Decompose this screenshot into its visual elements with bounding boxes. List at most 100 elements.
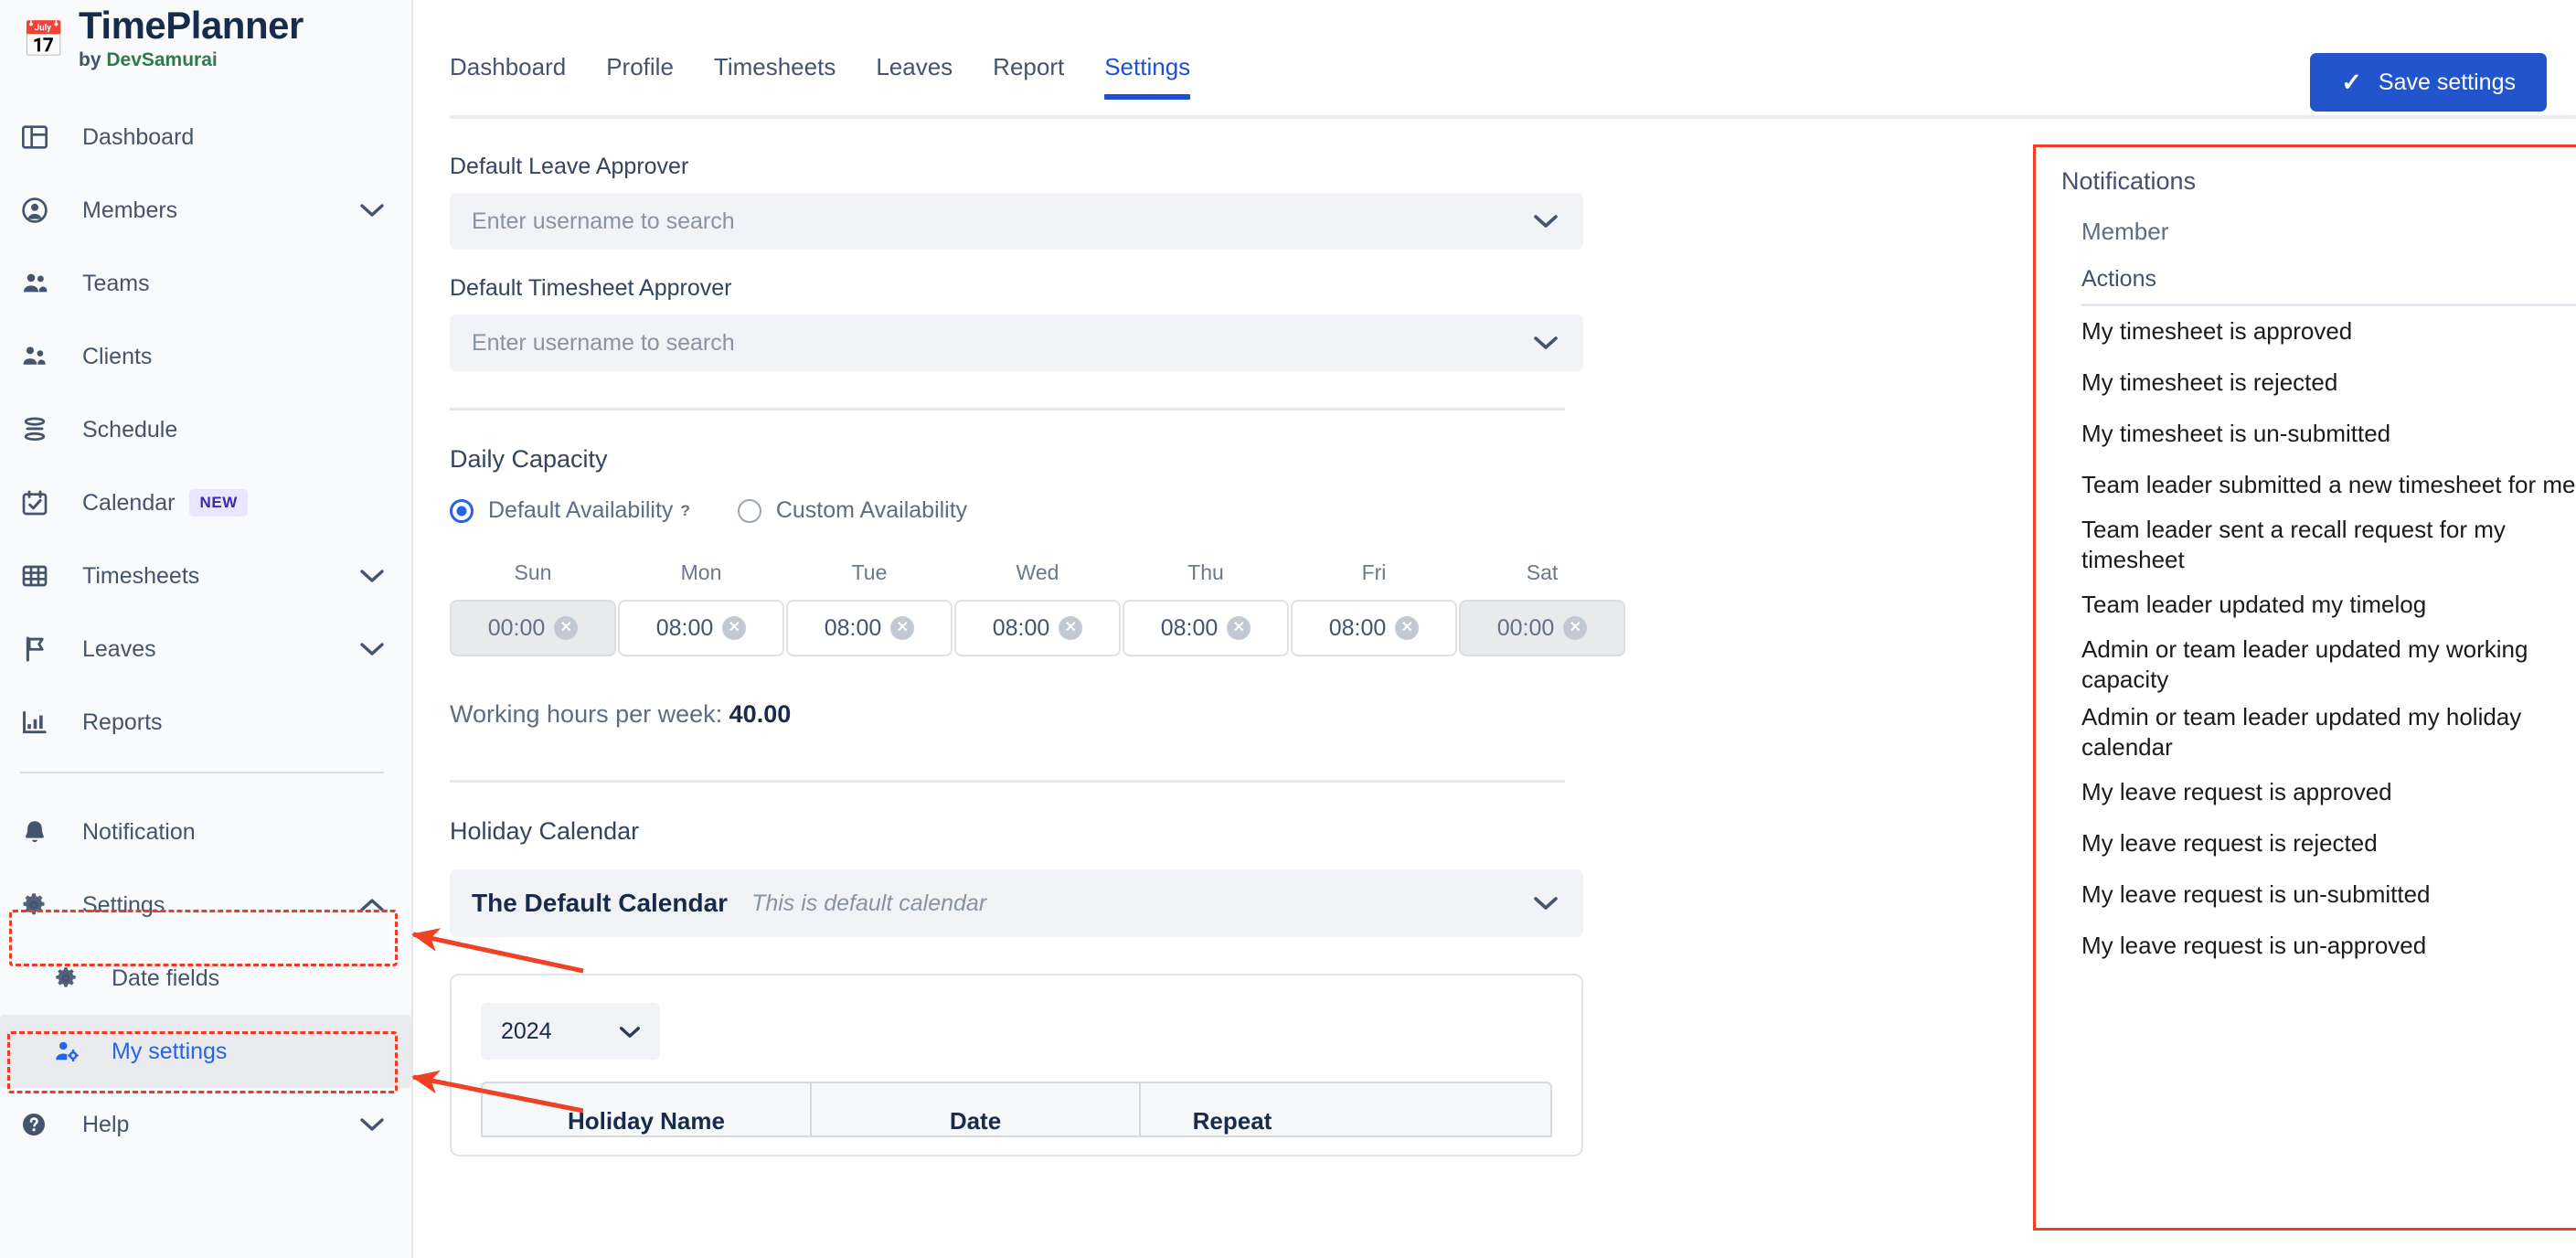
day-capacity-input[interactable]: 08:00 ✕: [954, 600, 1121, 656]
chevron-down-icon: [1534, 336, 1558, 350]
sidebar-item-leaves[interactable]: Leaves: [0, 613, 411, 686]
tab-label: Report: [993, 53, 1065, 80]
leave-approver-select[interactable]: Enter username to search: [450, 193, 1583, 250]
teams-icon: [20, 269, 66, 298]
sidebar-item-help[interactable]: Help: [0, 1088, 411, 1161]
chevron-down-icon[interactable]: [360, 642, 384, 656]
notifications-panel: Notifications Member Actions Notificatio…: [2033, 144, 2576, 1231]
clear-icon[interactable]: ✕: [1563, 616, 1588, 640]
working-hours-label: Working hours per week:: [450, 700, 723, 728]
notification-action-label: My timesheet is approved: [2081, 317, 2353, 346]
capacity-divider: [450, 780, 1565, 783]
tab-profile[interactable]: Profile: [606, 53, 674, 98]
clear-icon[interactable]: ✕: [1395, 616, 1420, 640]
radio-circle-icon: [737, 498, 761, 523]
day-name: Sat: [1526, 560, 1559, 584]
clear-icon[interactable]: ✕: [554, 616, 579, 640]
leave-approver-placeholder: Enter username to search: [472, 208, 735, 234]
holiday-calendar-select[interactable]: The Default Calendar This is default cal…: [450, 869, 1583, 937]
holiday-calendar-card: 2024 Holiday Name Date Repeat: [450, 974, 1583, 1157]
radio-circle-icon: [450, 498, 474, 523]
year-value: 2024: [501, 1018, 552, 1044]
sidebar-item-my-settings[interactable]: My settings: [0, 1015, 411, 1088]
flag-icon: [20, 634, 66, 664]
chevron-up-icon[interactable]: [360, 898, 384, 912]
timesheet-approver-select[interactable]: Enter username to search: [450, 314, 1583, 371]
chevron-down-icon[interactable]: [360, 569, 384, 583]
help-hint-icon[interactable]: ?: [680, 502, 689, 520]
day-name: Mon: [680, 560, 722, 584]
sidebar-item-settings[interactable]: Settings: [0, 869, 411, 942]
sidebar-item-timesheets[interactable]: Timesheets: [0, 539, 411, 613]
holiday-col-header: Holiday Name: [483, 1083, 812, 1135]
sidebar-item-date-fields[interactable]: Date fields: [0, 942, 411, 1015]
day-capacity-value: 08:00: [1160, 614, 1219, 641]
save-settings-button[interactable]: ✓ Save settings: [2310, 53, 2547, 112]
day-column: Thu 08:00 ✕: [1123, 560, 1289, 656]
clear-icon[interactable]: ✕: [722, 616, 747, 640]
chevron-down-icon[interactable]: [360, 1117, 384, 1132]
clear-icon[interactable]: ✕: [1227, 616, 1251, 640]
notification-row: My timesheet is approved✓✕: [2081, 306, 2576, 357]
notification-action-label: My timesheet is rejected: [2081, 368, 2338, 397]
chevron-down-icon: [620, 1018, 640, 1045]
year-select[interactable]: 2024: [481, 1003, 660, 1060]
day-capacity-value: 08:00: [992, 614, 1050, 641]
radio-custom-availability[interactable]: Custom Availability: [737, 497, 968, 524]
calendar-clock-icon: 📅: [22, 21, 66, 59]
col-header-actions: Actions: [2081, 266, 2156, 292]
clear-icon[interactable]: ✕: [890, 616, 915, 640]
tab-label: Profile: [606, 53, 674, 80]
day-capacity-input[interactable]: 00:00 ✕: [1459, 600, 1625, 656]
tab-label: Dashboard: [450, 53, 567, 80]
day-name: Tue: [851, 560, 888, 584]
sidebar-item-clients[interactable]: Clients: [0, 320, 411, 393]
clients-icon: [20, 342, 66, 371]
sidebar-divider: [20, 772, 384, 773]
sidebar-item-notification[interactable]: Notification: [0, 795, 411, 869]
sidebar-item-label: Members: [82, 197, 178, 223]
day-capacity-input[interactable]: 00:00 ✕: [450, 600, 616, 656]
holiday-col-header: Date: [812, 1083, 1141, 1135]
tab-label: Leaves: [876, 53, 953, 80]
day-column: Tue 08:00 ✕: [786, 560, 953, 656]
day-name: Fri: [1361, 560, 1387, 584]
chevron-down-icon[interactable]: [360, 203, 384, 218]
check-icon: ✓: [2341, 68, 2362, 96]
by-prefix: by: [79, 49, 107, 71]
radio-default-availability[interactable]: Default Availability ?: [450, 497, 690, 524]
tab-settings[interactable]: Settings: [1104, 53, 1191, 100]
tab-timesheets[interactable]: Timesheets: [714, 53, 836, 98]
tabs-underline: [450, 115, 2576, 119]
user-gear-icon: [53, 1038, 95, 1065]
day-capacity-input[interactable]: 08:00 ✕: [786, 600, 953, 656]
clear-icon[interactable]: ✕: [1059, 616, 1083, 640]
sidebar-item-label: Leaves: [82, 635, 156, 662]
tab-label: Settings: [1104, 53, 1191, 80]
day-capacity-input[interactable]: 08:00 ✕: [1291, 600, 1457, 656]
day-capacity-value: 08:00: [824, 614, 882, 641]
app-title: TimePlanner: [79, 4, 303, 47]
notification-row: My leave request is rejected✓✓: [2081, 818, 2576, 869]
sidebar-item-teams[interactable]: Teams: [0, 247, 411, 320]
sidebar-item-schedule[interactable]: Schedule: [0, 393, 411, 466]
sidebar-item-dashboard[interactable]: Dashboard: [0, 101, 411, 174]
day-capacity-input[interactable]: 08:00 ✕: [618, 600, 784, 656]
day-capacity-input[interactable]: 08:00 ✕: [1123, 600, 1289, 656]
main-content: Dashboard Profile Timesheets Leaves Report Se…: [413, 0, 2576, 1258]
tab-report[interactable]: Report: [993, 53, 1064, 98]
sidebar-item-members[interactable]: Members: [0, 174, 411, 247]
sidebar-item-label: Schedule: [82, 416, 178, 442]
sidebar-item-calendar[interactable]: Calendar NEW: [0, 466, 411, 539]
notification-row: Team leader updated my timelog✓✕: [2081, 580, 2576, 631]
availability-radio-group: Default Availability ? Custom Availabili…: [450, 497, 1583, 524]
day-capacity-value: 00:00: [1496, 614, 1555, 641]
sidebar-item-reports[interactable]: Reports: [0, 686, 411, 759]
radio-custom-availability-label: Custom Availability: [775, 497, 968, 523]
tab-leaves[interactable]: Leaves: [876, 53, 953, 98]
top-tabs-bar: Dashboard Profile Timesheets Leaves Report Se…: [413, 0, 2576, 119]
chevron-down-icon: [1534, 214, 1558, 229]
calendar-description: This is default calendar: [751, 890, 987, 916]
tab-dashboard[interactable]: Dashboard: [450, 53, 566, 98]
day-name: Thu: [1187, 560, 1224, 584]
